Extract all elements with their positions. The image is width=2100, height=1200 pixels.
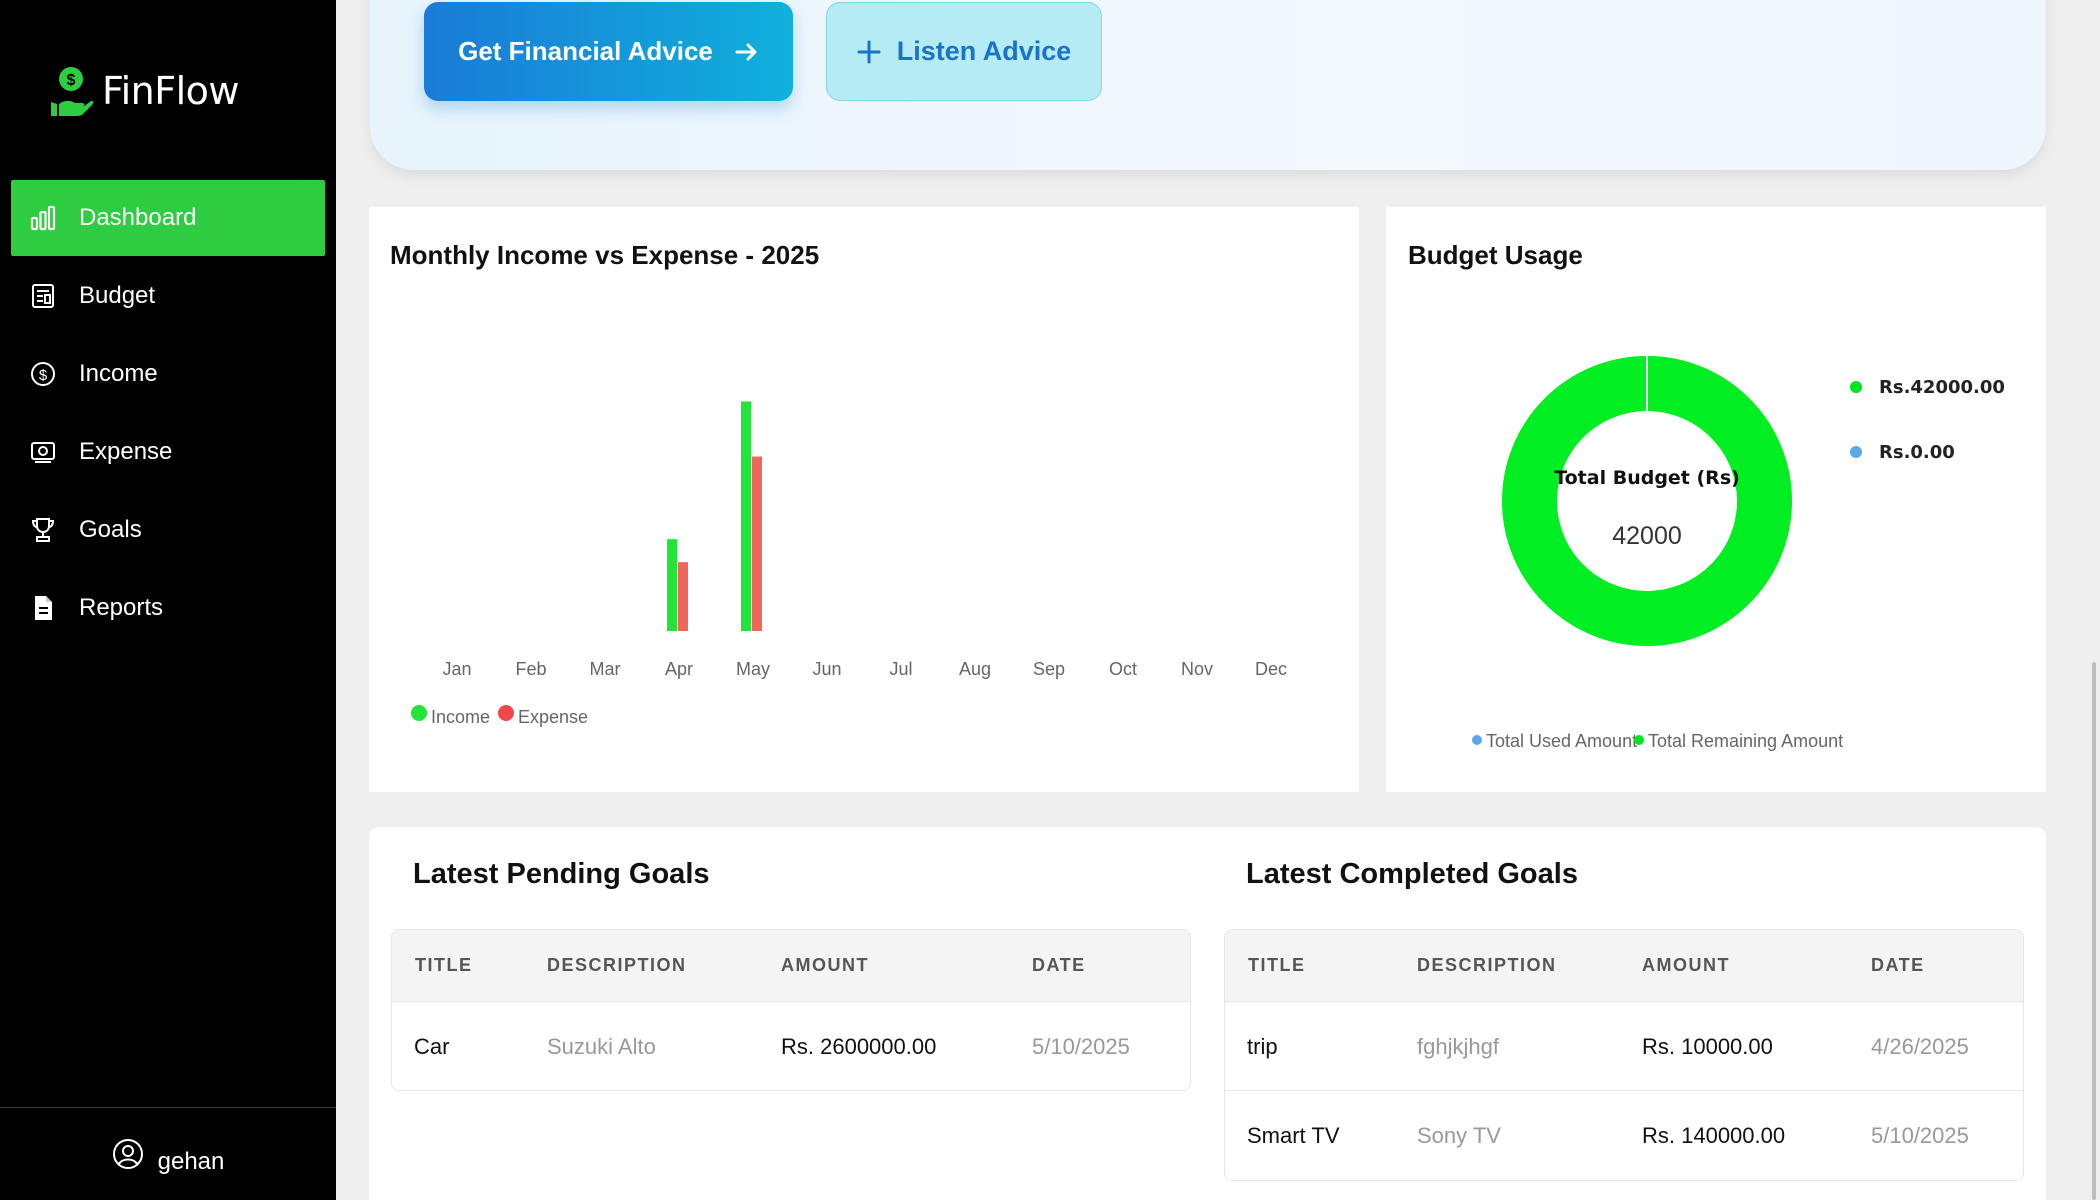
user-profile[interactable]: gehan (0, 1107, 336, 1200)
x-tick-label: Apr (665, 659, 693, 679)
sidebar-item-reports[interactable]: Reports (11, 570, 325, 646)
x-tick-label: Feb (515, 659, 546, 679)
column-header-amount: AMOUNT (781, 955, 869, 975)
sidebar-nav: Dashboard Budget $ Income Expense Goals (0, 180, 336, 648)
sidebar-item-label: Budget (79, 282, 156, 309)
budget-donut-chart: Total Budget (Rs) 42000 Rs.42000.00 Rs.0.00… (1472, 356, 2005, 751)
budget-usage-panel: Budget Usage Total Budget (Rs) 42000 Rs.42… (1386, 207, 2046, 792)
sidebar-item-label: Reports (79, 594, 164, 621)
goal-title: Car (414, 1034, 450, 1059)
sidebar-item-label: Goals (79, 516, 142, 543)
x-tick-label: Jun (812, 659, 841, 679)
legend-dot-used (1850, 446, 1862, 458)
sidebar-item-label: Income (79, 360, 158, 387)
bar-income-apr[interactable] (667, 539, 677, 631)
page-scrollbar[interactable] (2092, 662, 2096, 1200)
x-tick-label: Nov (1181, 659, 1213, 679)
get-financial-advice-button[interactable]: Get Financial Advice (424, 2, 793, 101)
sidebar-item-label: Dashboard (79, 204, 197, 231)
column-header-date: DATE (1871, 955, 1925, 975)
legend-label-expense: Expense (518, 707, 588, 727)
goal-description: Sony TV (1417, 1123, 1501, 1148)
money-hand-icon: $ (51, 67, 94, 116)
legend-value-used: Rs.0.00 (1879, 442, 1955, 463)
table-row[interactable]: Smart TV Sony TV Rs. 140000.00 5/10/2025 (1225, 1091, 2023, 1180)
sidebar-item-label: Expense (79, 438, 173, 465)
document-icon (29, 594, 57, 622)
legend-dot-total (1850, 381, 1862, 393)
legend-value-total: Rs.42000.00 (1879, 377, 2005, 398)
pending-goals-table: TITLE DESCRIPTION AMOUNT DATE Car Suzuki… (391, 929, 1191, 1091)
listen-advice-label: Listen Advice (896, 36, 1072, 66)
goal-amount: Rs. 10000.00 (1642, 1034, 1773, 1059)
x-tick-label: May (736, 659, 770, 679)
x-tick-label: Aug (959, 659, 991, 679)
sidebar-item-goals[interactable]: Goals (11, 492, 325, 568)
legend-label-used-amount: Total Used Amount (1486, 731, 1637, 751)
table-row[interactable]: Car Suzuki Alto Rs. 2600000.00 5/10/2025 (392, 1002, 1190, 1090)
bar-expense-may[interactable] (752, 456, 762, 631)
goal-date: 4/26/2025 (1871, 1034, 1969, 1059)
goal-date: 5/10/2025 (1032, 1034, 1130, 1059)
donut-center-value: 42000 (1612, 522, 1682, 550)
sidebar-item-expense[interactable]: Expense (11, 414, 325, 490)
x-tick-label: Oct (1109, 659, 1137, 679)
goal-title: Smart TV (1247, 1123, 1340, 1148)
legend-label-income: Income (431, 707, 490, 727)
completed-goals-title: Latest Completed Goals (1246, 858, 1578, 890)
column-header-title: TITLE (415, 955, 473, 975)
brand-logo[interactable]: $ FinFlow (48, 64, 239, 118)
donut-center-label: Total Budget (Rs) (1554, 467, 1740, 489)
sidebar-item-dashboard[interactable]: Dashboard (11, 180, 325, 256)
sidebar: $ FinFlow Dashboard Budget $ Income Expe… (0, 0, 336, 1200)
bar-chart-icon (29, 204, 57, 232)
goal-amount: Rs. 2600000.00 (781, 1034, 937, 1059)
app-name: FinFlow (102, 69, 239, 113)
table-row[interactable]: trip fghjkjhgf Rs. 10000.00 4/26/2025 (1225, 1002, 2023, 1091)
x-tick-label: Mar (590, 659, 621, 679)
legend-dot-income (411, 705, 427, 721)
svg-text:$: $ (67, 72, 76, 89)
goal-amount: Rs. 140000.00 (1642, 1123, 1786, 1148)
legend-label-remaining: Total Remaining Amount (1648, 731, 1843, 751)
goal-title: trip (1247, 1034, 1278, 1059)
user-name: gehan (157, 1148, 225, 1175)
x-tick-label: Dec (1255, 659, 1287, 679)
user-circle-icon (112, 1139, 143, 1169)
bar-expense-apr[interactable] (678, 562, 688, 631)
arrow-right-icon (735, 43, 757, 60)
column-header-description: DESCRIPTION (547, 955, 687, 975)
column-header-title: TITLE (1248, 955, 1306, 975)
legend-dot-expense (498, 705, 514, 721)
sidebar-item-budget[interactable]: Budget (11, 258, 325, 334)
goal-description: Suzuki Alto (547, 1034, 656, 1059)
x-tick-label: Jul (889, 659, 912, 679)
completed-goals-table: TITLE DESCRIPTION AMOUNT DATE trip fghjk… (1224, 929, 2024, 1181)
goal-date: 5/10/2025 (1871, 1123, 1969, 1148)
trophy-icon (29, 516, 57, 544)
income-expense-chart: Jan Feb Mar Apr May Jun Jul Aug Sep Oct Nov Dec Inco… (411, 401, 1287, 727)
column-header-description: DESCRIPTION (1417, 955, 1557, 975)
table-header: TITLE DESCRIPTION AMOUNT DATE (392, 930, 1190, 1002)
legend-dot-remaining (1634, 735, 1644, 745)
wallet-icon (29, 438, 57, 466)
listen-advice-button[interactable]: Listen Advice (826, 2, 1102, 101)
bar-income-may[interactable] (741, 401, 751, 631)
svg-text:$: $ (39, 367, 48, 384)
x-tick-label: Jan (442, 659, 471, 679)
dollar-circle-icon: $ (29, 360, 57, 388)
pending-goals-title: Latest Pending Goals (413, 858, 710, 890)
goal-description: fghjkjhgf (1417, 1034, 1499, 1059)
x-tick-label: Sep (1033, 659, 1065, 679)
table-header: TITLE DESCRIPTION AMOUNT DATE (1225, 930, 2023, 1002)
income-expense-panel: Monthly Income vs Expense - 2025 Jan Feb M… (369, 207, 1359, 792)
legend-dot-used-amount (1472, 735, 1482, 745)
donut-slice-remaining[interactable] (1502, 356, 1792, 646)
column-header-amount: AMOUNT (1642, 955, 1730, 975)
column-header-date: DATE (1032, 955, 1086, 975)
plus-icon (857, 40, 881, 63)
sidebar-item-income[interactable]: $ Income (11, 336, 325, 412)
get-advice-label: Get Financial Advice (458, 36, 713, 66)
receipt-icon (29, 282, 57, 310)
